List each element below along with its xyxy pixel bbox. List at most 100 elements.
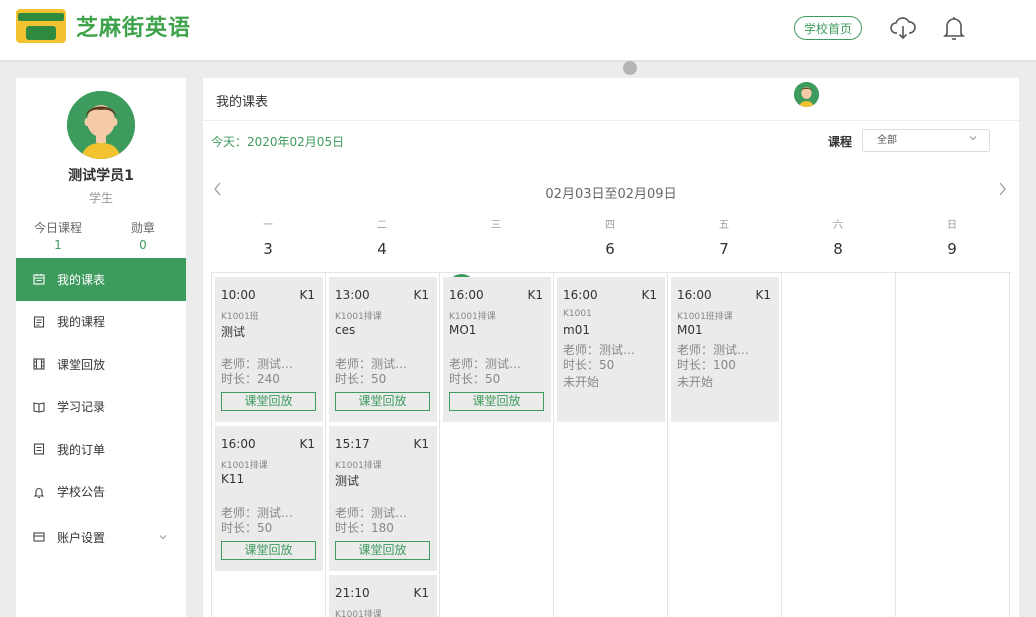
sidebar-item-my-schedule[interactable]: 我的课表 xyxy=(16,258,186,301)
lesson-class: K1001班排课 xyxy=(677,312,733,322)
page-title: 我的课表 xyxy=(216,95,269,110)
sidebar-item-label: 学校公告 xyxy=(57,485,106,500)
schedule-grid: 10:00 K1 K1001班 测试 老师：测试… 时长：240 课堂回放 16… xyxy=(211,272,1011,617)
course-filter-select[interactable]: 全部 xyxy=(862,129,990,152)
document-icon xyxy=(33,316,45,328)
date-number: 9 xyxy=(947,240,957,258)
day-header: 一 3 xyxy=(211,216,325,264)
class-replay-button[interactable]: 课堂回放 xyxy=(221,392,316,411)
chevron-down-icon xyxy=(159,535,167,540)
sidebar-item-label: 课堂回放 xyxy=(57,357,106,372)
sidebar-item-account-settings[interactable]: 账户设置 xyxy=(16,516,186,559)
lesson-level: K1 xyxy=(413,437,429,451)
calendar-icon xyxy=(33,274,45,285)
day-column xyxy=(782,273,896,617)
lesson-duration: 时长：50 xyxy=(449,372,501,386)
lesson-card[interactable]: 16:00 K1 K1001排课 K11 老师：测试… 时长：50 课堂回放 xyxy=(215,426,323,571)
sidebar-item-my-orders[interactable]: 我的订单 xyxy=(16,428,186,471)
lesson-name: 测试 xyxy=(221,325,246,339)
weekday-label: 日 xyxy=(947,220,957,231)
lesson-time: 13:00 xyxy=(335,288,370,302)
day-column: 13:00 K1 K1001排课 ces 老师：测试… 时长：50 课堂回放 1… xyxy=(326,273,440,617)
sidebar-item-announcements[interactable]: 学校公告 xyxy=(16,471,186,514)
weekday-label: 六 xyxy=(833,220,843,231)
avatar xyxy=(67,91,135,159)
lesson-name: m01 xyxy=(563,323,590,337)
lesson-name: ces xyxy=(335,323,356,337)
date-number: 7 xyxy=(719,240,729,258)
sidebar-item-my-courses[interactable]: 我的课程 xyxy=(16,301,186,344)
weekday-label: 二 xyxy=(377,220,387,231)
lesson-card[interactable]: 16:00 K1 K1001班排课 M01 老师：测试… 时长：100 未开始 xyxy=(671,277,779,422)
film-icon xyxy=(33,358,45,370)
lesson-level: K1 xyxy=(413,586,429,600)
weekday-label: 四 xyxy=(605,220,615,231)
sidebar-item-label: 我的课程 xyxy=(57,315,106,330)
sidebar-item-label: 我的订单 xyxy=(57,442,106,457)
class-replay-button[interactable]: 课堂回放 xyxy=(449,392,544,411)
lesson-level: K1 xyxy=(299,437,315,451)
day-column: 10:00 K1 K1001班 测试 老师：测试… 时长：240 课堂回放 16… xyxy=(212,273,326,617)
bell-icon xyxy=(33,487,45,498)
sidebar-item-class-replay[interactable]: 课堂回放 xyxy=(16,343,186,386)
lesson-name: M01 xyxy=(677,323,703,337)
lesson-level: K1 xyxy=(641,288,657,302)
avatar[interactable] xyxy=(794,82,819,107)
day-header: 日 9 xyxy=(895,216,1009,264)
stat-value: 1 xyxy=(54,238,62,252)
chevron-right-icon[interactable] xyxy=(998,182,1007,196)
course-filter-value: 全部 xyxy=(877,135,897,146)
date-number: 4 xyxy=(377,240,387,258)
sidebar: 测试学员1 学生 今日课程 1 勋章 0 我的课表 我的课程 课堂回放 学习记录… xyxy=(16,78,186,617)
cloud-download-icon[interactable] xyxy=(890,14,916,42)
lesson-name: K11 xyxy=(221,472,245,486)
lesson-card[interactable]: 21:10 K1 K1001排课 xyxy=(329,575,437,617)
lesson-name: MO1 xyxy=(449,323,477,337)
lesson-card[interactable]: 16:00 K1 K1001排课 MO1 老师：测试… 时长：50 课堂回放 xyxy=(443,277,551,422)
date-number: 6 xyxy=(605,240,615,258)
day-column: 16:00 K1 K1001班排课 M01 老师：测试… 时长：100 未开始 xyxy=(668,273,782,617)
lesson-time: 21:10 xyxy=(335,586,370,600)
lesson-class: K1001排课 xyxy=(335,461,382,471)
lesson-card[interactable]: 16:00 K1 K1001 m01 老师：测试… 时长：50 未开始 xyxy=(557,277,665,422)
lesson-card[interactable]: 13:00 K1 K1001排课 ces 老师：测试… 时长：50 课堂回放 xyxy=(329,277,437,422)
lesson-class: K1001排课 xyxy=(335,610,382,617)
course-filter-label: 课程 xyxy=(828,135,853,149)
stat-today-courses[interactable]: 今日课程 1 xyxy=(23,219,93,252)
order-icon xyxy=(33,443,45,455)
sidebar-item-label: 学习记录 xyxy=(57,400,106,415)
class-replay-button[interactable]: 课堂回放 xyxy=(221,541,316,560)
sesame-street-logo-icon xyxy=(16,9,66,43)
lesson-class: K1001班 xyxy=(221,312,259,322)
day-column xyxy=(896,273,1010,617)
class-replay-button[interactable]: 课堂回放 xyxy=(335,541,430,560)
weekday-label: 一 xyxy=(263,220,273,231)
lesson-time: 15:17 xyxy=(335,437,370,451)
day-header: 四 6 xyxy=(553,216,667,264)
school-home-button[interactable]: 学校首页 xyxy=(794,16,862,40)
stat-medals[interactable]: 勋章 0 xyxy=(108,219,178,252)
sidebar-item-label: 账户设置 xyxy=(57,530,106,545)
lesson-status: 未开始 xyxy=(563,375,600,389)
sidebar-item-study-records[interactable]: 学习记录 xyxy=(16,386,186,429)
bell-icon[interactable] xyxy=(941,14,967,42)
logo-text: 芝麻街英语 xyxy=(76,16,192,41)
day-header: 五 7 xyxy=(667,216,781,264)
lesson-class: K1001排课 xyxy=(221,461,268,471)
lesson-duration: 时长：50 xyxy=(335,372,387,386)
scroll-handle[interactable] xyxy=(623,61,637,75)
lesson-duration: 时长：180 xyxy=(335,521,394,535)
lesson-card[interactable]: 15:17 K1 K1001排课 测试 老师：测试… 时长：180 课堂回放 xyxy=(329,426,437,571)
stat-label: 勋章 xyxy=(130,221,155,235)
weekday-label: 三 xyxy=(491,220,501,231)
class-replay-button[interactable]: 课堂回放 xyxy=(335,392,430,411)
lesson-duration: 时长：50 xyxy=(221,521,273,535)
book-icon xyxy=(33,402,45,413)
weekday-label: 五 xyxy=(719,220,729,231)
lesson-card[interactable]: 10:00 K1 K1001班 测试 老师：测试… 时长：240 课堂回放 xyxy=(215,277,323,422)
lesson-level: K1 xyxy=(755,288,771,302)
lesson-time: 10:00 xyxy=(221,288,256,302)
logo[interactable]: 芝麻街英语 xyxy=(16,9,191,43)
date-number: 8 xyxy=(833,240,843,258)
sidebar-nav: 我的课表 我的课程 课堂回放 学习记录 我的订单 学校公告 账户设置 xyxy=(16,258,186,559)
